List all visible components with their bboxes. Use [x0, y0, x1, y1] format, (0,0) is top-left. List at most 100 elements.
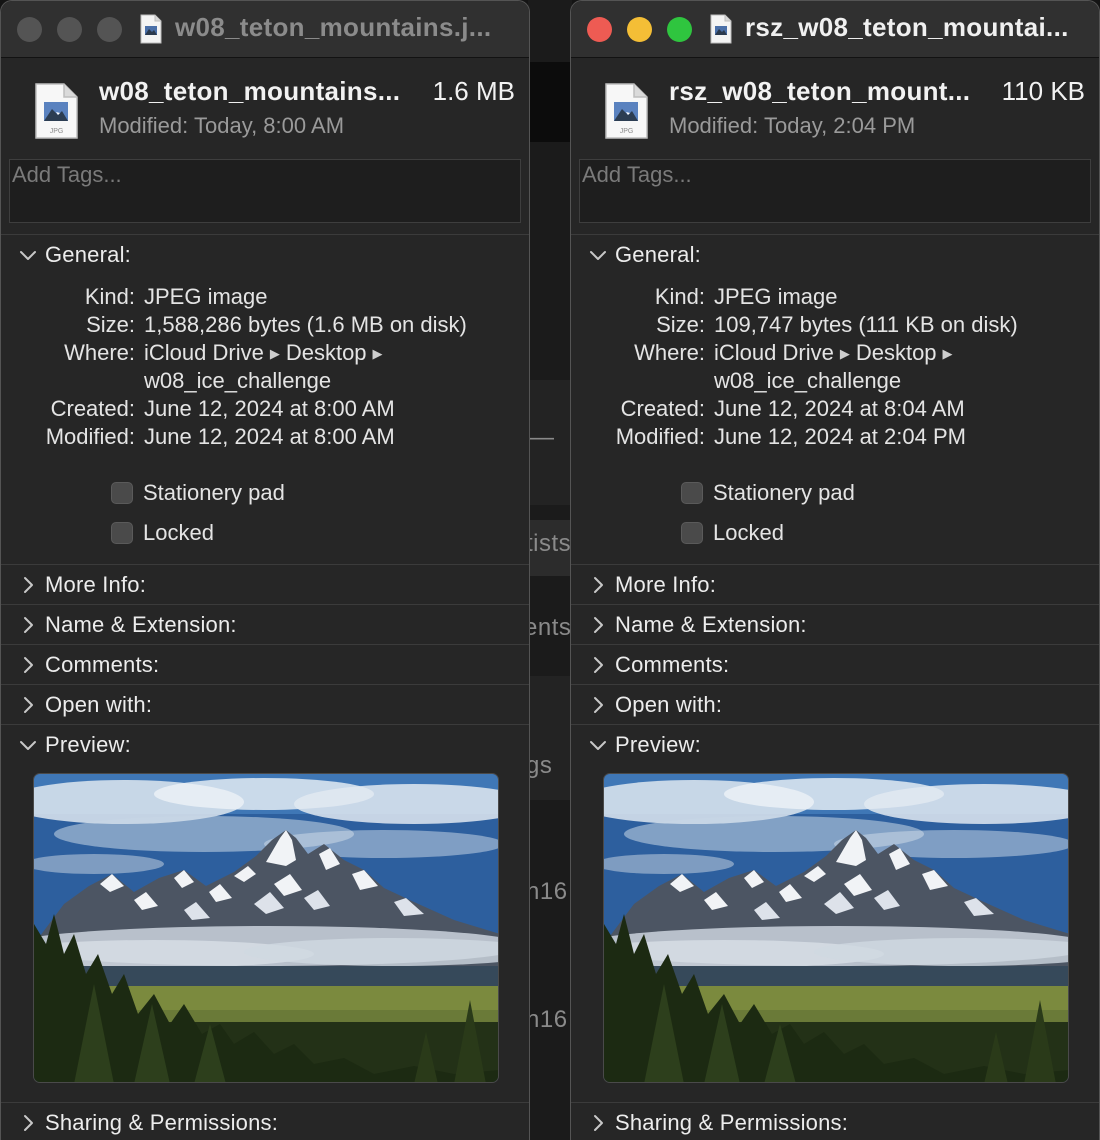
- preview-image[interactable]: [33, 773, 499, 1083]
- chevron-down-icon[interactable]: [587, 244, 609, 266]
- jpg-file-icon[interactable]: [709, 14, 733, 49]
- divider: [1, 644, 529, 645]
- section-label: Open with:: [45, 692, 153, 717]
- section-label: Name & Extension:: [45, 612, 237, 637]
- background-text: ents: [528, 614, 572, 641]
- section-label: General:: [45, 242, 131, 267]
- chevron-right-icon[interactable]: [587, 694, 609, 716]
- section-open-with[interactable]: Open with:: [17, 690, 152, 720]
- preview-image[interactable]: [603, 773, 1069, 1083]
- stationery-pad-checkbox[interactable]: Stationery pad: [111, 480, 285, 506]
- tags-input[interactable]: [580, 160, 1092, 188]
- modified-value: Today, 2:04 PM: [764, 113, 916, 138]
- section-sharing-permissions[interactable]: Sharing & Permissions:: [17, 1108, 278, 1138]
- chevron-right-icon[interactable]: [587, 654, 609, 676]
- stationery-pad-checkbox[interactable]: Stationery pad: [681, 480, 855, 506]
- section-name-extension[interactable]: Name & Extension:: [17, 610, 237, 640]
- path-icloud-drive[interactable]: iCloud Drive: [714, 340, 834, 365]
- section-comments[interactable]: Comments:: [17, 650, 159, 680]
- modified-summary: Modified: Today, 8:00 AM: [99, 113, 344, 139]
- checkbox-label: Stationery pad: [143, 480, 285, 505]
- get-info-window-left: w08_teton_mountains.j... JPG w08_teton_m…: [0, 0, 530, 1140]
- created-value: June 12, 2024 at 8:04 AM: [714, 396, 965, 421]
- path-folder[interactable]: w08_ice_challenge: [714, 368, 901, 394]
- where-key: Where:: [634, 340, 705, 365]
- section-more-info[interactable]: More Info:: [587, 570, 716, 600]
- background-text: n16: [528, 878, 568, 905]
- modified-key: Modified:: [45, 424, 135, 449]
- minimize-button[interactable]: [57, 17, 82, 42]
- tags-field[interactable]: [579, 159, 1092, 223]
- size-key: Size:: [86, 312, 135, 337]
- section-comments[interactable]: Comments:: [587, 650, 729, 680]
- chevron-right-icon[interactable]: [17, 654, 39, 676]
- divider: [571, 604, 1099, 605]
- where-value: iCloud Drive ▶ Desktop ▶: [714, 340, 959, 366]
- modified-date-value: June 12, 2024 at 8:00 AM: [144, 424, 395, 449]
- path-arrow-icon: ▶: [942, 346, 953, 361]
- checkbox-box[interactable]: [681, 482, 703, 504]
- section-more-info[interactable]: More Info:: [17, 570, 146, 600]
- divider: [571, 1102, 1099, 1103]
- title-bar[interactable]: w08_teton_mountains.j...: [1, 1, 529, 58]
- background-text: tists: [528, 530, 572, 557]
- minimize-button[interactable]: [627, 17, 652, 42]
- section-open-with[interactable]: Open with:: [587, 690, 722, 720]
- chevron-right-icon[interactable]: [17, 614, 39, 636]
- tags-input[interactable]: [10, 160, 522, 188]
- path-desktop[interactable]: Desktop: [286, 340, 367, 365]
- close-button[interactable]: [587, 17, 612, 42]
- background-block: [528, 676, 572, 800]
- window-title: rsz_w08_teton_mountai...: [745, 12, 1069, 42]
- divider: [571, 564, 1099, 565]
- chevron-right-icon[interactable]: [587, 574, 609, 596]
- checkbox-box[interactable]: [111, 522, 133, 544]
- close-button[interactable]: [17, 17, 42, 42]
- zoom-button[interactable]: [667, 17, 692, 42]
- zoom-button[interactable]: [97, 17, 122, 42]
- section-name-extension[interactable]: Name & Extension:: [587, 610, 807, 640]
- divider: [1, 564, 529, 565]
- chevron-right-icon[interactable]: [17, 694, 39, 716]
- path-icloud-drive[interactable]: iCloud Drive: [144, 340, 264, 365]
- chevron-right-icon[interactable]: [587, 1112, 609, 1134]
- chevron-down-icon[interactable]: [587, 734, 609, 756]
- background-text: gs: [528, 752, 553, 779]
- divider: [571, 644, 1099, 645]
- jpg-file-icon[interactable]: [139, 14, 163, 49]
- section-general[interactable]: General:: [17, 240, 131, 270]
- chevron-right-icon[interactable]: [17, 574, 39, 596]
- section-label: Open with:: [615, 692, 723, 717]
- chevron-right-icon[interactable]: [587, 614, 609, 636]
- background-text: —: [530, 424, 555, 451]
- section-label: General:: [615, 242, 701, 267]
- path-desktop[interactable]: Desktop: [856, 340, 937, 365]
- checkbox-box[interactable]: [111, 482, 133, 504]
- checkbox-box[interactable]: [681, 522, 703, 544]
- jpg-file-icon[interactable]: JPG: [33, 82, 79, 145]
- section-label: Comments:: [615, 652, 730, 677]
- file-size: 1.6 MB: [432, 76, 515, 106]
- section-general[interactable]: General:: [587, 240, 701, 270]
- icon-label: JPG: [50, 128, 64, 135]
- title-bar[interactable]: rsz_w08_teton_mountai...: [571, 1, 1099, 58]
- jpg-file-icon[interactable]: JPG: [603, 82, 649, 145]
- created-key: Created:: [620, 396, 705, 421]
- section-label: Preview:: [615, 732, 701, 757]
- tags-field[interactable]: [9, 159, 522, 223]
- chevron-down-icon[interactable]: [17, 734, 39, 756]
- chevron-down-icon[interactable]: [17, 244, 39, 266]
- section-label: Sharing & Permissions:: [45, 1110, 279, 1135]
- locked-checkbox[interactable]: Locked: [681, 520, 784, 546]
- section-preview[interactable]: Preview:: [587, 730, 701, 760]
- divider: [571, 724, 1099, 725]
- path-folder[interactable]: w08_ice_challenge: [144, 368, 331, 394]
- kind-value: JPEG image: [144, 284, 268, 309]
- path-arrow-icon: ▶: [269, 346, 280, 361]
- path-arrow-icon: ▶: [839, 346, 850, 361]
- section-sharing-permissions[interactable]: Sharing & Permissions:: [587, 1108, 848, 1138]
- section-preview[interactable]: Preview:: [17, 730, 131, 760]
- locked-checkbox[interactable]: Locked: [111, 520, 214, 546]
- chevron-right-icon[interactable]: [17, 1112, 39, 1134]
- section-label: Preview:: [45, 732, 131, 757]
